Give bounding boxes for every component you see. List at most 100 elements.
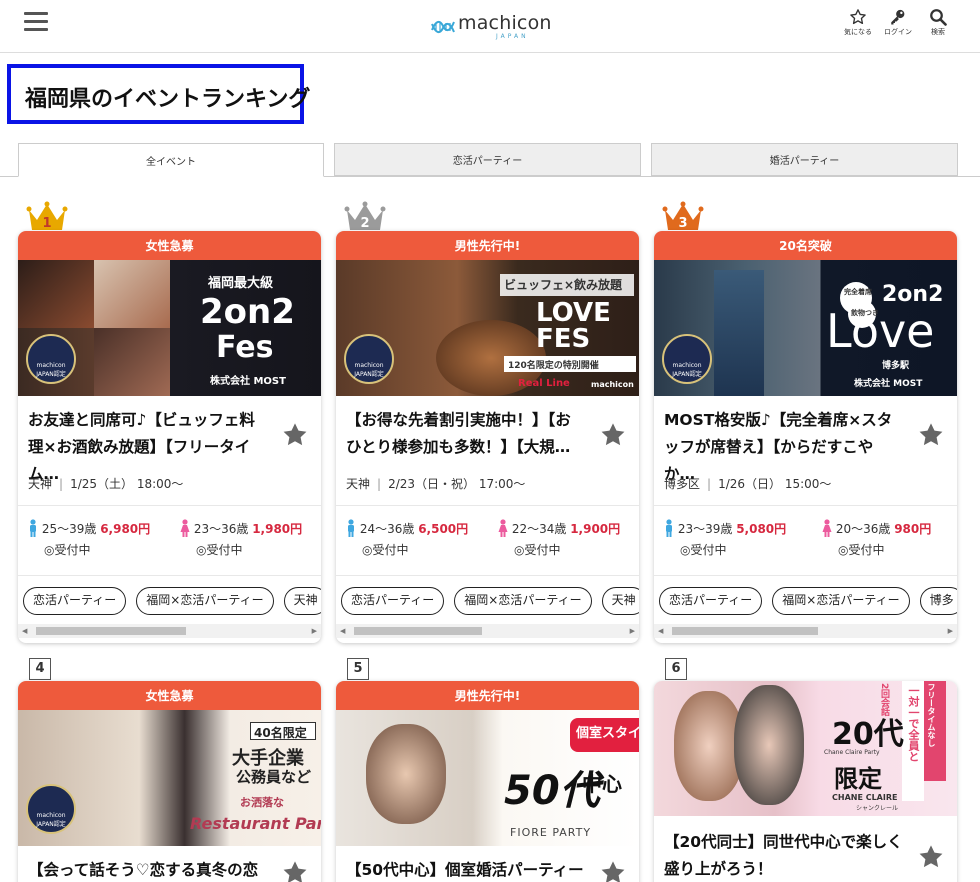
scroll-right-icon[interactable]: ▶: [312, 627, 317, 635]
tab-all-events[interactable]: 全イベント: [18, 143, 324, 177]
tag-scrollbar[interactable]: ◀ ▶: [336, 624, 639, 638]
card-banner: 女性急募: [18, 231, 321, 260]
tab-koikatsu-party[interactable]: 恋活パーティー: [334, 143, 641, 176]
scroll-left-icon[interactable]: ◀: [22, 627, 27, 635]
favorite-star-icon[interactable]: [599, 421, 627, 449]
machicon-certified-badge: machicon JAPAN認定: [662, 334, 712, 384]
image-text: 一対一で全員と: [907, 685, 920, 762]
cert-line1: machicon: [354, 362, 384, 369]
tag[interactable]: 福岡×恋活パーティー: [136, 587, 274, 615]
female-price: 22〜34歳 1,900円 ◎受付中: [498, 519, 620, 558]
tag[interactable]: 博多: [919, 587, 957, 615]
image-text: FIORE PARTY: [510, 826, 592, 839]
image-text: お洒落な: [240, 796, 284, 809]
logo[interactable]: machicon JAPAN: [428, 8, 558, 42]
event-meta: 天神 | 2/23（日・祝） 17:00〜: [346, 477, 526, 491]
event-meta: 博多区 | 1/26（日） 15:00〜: [664, 477, 832, 491]
scroll-left-icon[interactable]: ◀: [340, 627, 345, 635]
menu-icon[interactable]: [24, 12, 48, 32]
event-title[interactable]: 【お得な先着割引実施中！】【おひとり様参加も多数！】【大規…: [346, 407, 586, 461]
logo-text: machicon: [458, 12, 552, 34]
rank-4-badge: 4: [29, 658, 51, 680]
divider: [336, 505, 639, 506]
event-area: 天神: [28, 477, 53, 491]
event-card-3[interactable]: 20名突破 完全着席 飲物つき 2on2 Love 博多駅 株式会社 MOST …: [654, 231, 957, 643]
event-card-5[interactable]: 男性先行中! 個室スタイル 50代 中心 FIORE PARTY 【50代中心】…: [336, 681, 639, 882]
login-label: ログイン: [884, 28, 912, 36]
tag[interactable]: 天神: [283, 587, 321, 615]
favorite-star-icon[interactable]: [917, 421, 945, 449]
favorites-button[interactable]: 気になる: [840, 8, 876, 44]
tag[interactable]: 恋活パーティー: [341, 587, 445, 615]
search-icon: [930, 9, 947, 26]
image-text: Love: [826, 304, 935, 358]
star-icon: [850, 9, 866, 25]
male-price: 24〜36歳 6,500円 ◎受付中: [346, 519, 468, 558]
female-price-value: 1,900円: [570, 522, 621, 536]
favorite-star-icon[interactable]: [599, 859, 627, 882]
image-text: 株式会社 MOST: [854, 379, 923, 389]
event-title[interactable]: 【50代中心】個室婚活パーティー: [346, 857, 586, 882]
key-icon: [891, 9, 905, 25]
image-text: 公務員など: [236, 768, 312, 786]
search-label: 検索: [931, 28, 945, 36]
tag[interactable]: 福岡×恋活パーティー: [454, 587, 592, 615]
search-button[interactable]: 検索: [920, 8, 956, 44]
event-card-4[interactable]: 女性急募 40名限定 大手企業 公務員など お洒落な Restaurant Pa…: [18, 681, 321, 882]
tag[interactable]: 恋活パーティー: [659, 587, 763, 615]
tab-konkatsu-party[interactable]: 婚活パーティー: [651, 143, 958, 176]
event-title[interactable]: 【会って話そう♡恋する真冬の恋: [28, 857, 268, 882]
event-image[interactable]: 完全着席 飲物つき 2on2 Love 博多駅 株式会社 MOST machic…: [654, 260, 957, 396]
cert-line1: machicon: [672, 362, 702, 369]
scroll-right-icon[interactable]: ▶: [630, 627, 635, 635]
male-age: 25〜39歳: [41, 522, 97, 536]
female-price-value: 980円: [894, 522, 932, 536]
image-text: 完全着席: [844, 288, 872, 296]
image-text: 中心: [582, 772, 622, 796]
female-icon: [822, 519, 832, 537]
event-card-1[interactable]: 女性急募 福岡最大級 2on2 Fes 株式会社 MOST machicon J…: [18, 231, 321, 643]
male-status: ◎受付中: [680, 543, 727, 557]
tag-scrollbar[interactable]: ◀ ▶: [654, 624, 957, 638]
login-button[interactable]: ログイン: [880, 8, 916, 44]
favorite-star-icon[interactable]: [917, 843, 945, 871]
scroll-right-icon[interactable]: ▶: [948, 627, 953, 635]
image-text: machicon: [591, 380, 634, 389]
tag[interactable]: 恋活パーティー: [23, 587, 127, 615]
image-text: シャンクレール: [856, 805, 899, 812]
rank-2-number: 2: [360, 216, 369, 231]
tag[interactable]: 天神: [601, 587, 639, 615]
tag-scrollbar[interactable]: ◀ ▶: [18, 624, 321, 638]
rank-3-crown-icon: 3: [662, 201, 704, 231]
event-image[interactable]: フリータイムなし 一対一で全員と 2回会話 20代 Chane Claire P…: [654, 681, 957, 816]
image-text: 個室スタイル: [576, 726, 639, 741]
male-status: ◎受付中: [362, 543, 409, 557]
scrollbar-thumb[interactable]: [354, 627, 482, 635]
tag[interactable]: 福岡×恋活パーティー: [772, 587, 910, 615]
event-image[interactable]: 個室スタイル 50代 中心 FIORE PARTY: [336, 710, 639, 846]
female-icon: [180, 519, 190, 537]
image-text: Real Line: [518, 378, 570, 389]
female-icon: [498, 519, 508, 537]
scroll-left-icon[interactable]: ◀: [658, 627, 663, 635]
scrollbar-thumb[interactable]: [36, 627, 186, 635]
event-card-2[interactable]: 男性先行中! ビュッフェ×飲み放題 LOVE FES 120名限定の特別開催 R…: [336, 231, 639, 643]
female-price-value: 1,980円: [252, 522, 303, 536]
image-text: Fes: [216, 330, 274, 365]
scrollbar-thumb[interactable]: [672, 627, 818, 635]
event-image[interactable]: 福岡最大級 2on2 Fes 株式会社 MOST machicon JAPAN認…: [18, 260, 321, 396]
event-date: 2/23（日・祝） 17:00〜: [388, 477, 526, 491]
event-image[interactable]: ビュッフェ×飲み放題 LOVE FES 120名限定の特別開催 Real Lin…: [336, 260, 639, 396]
image-text: フリータイムなし: [927, 683, 936, 747]
rank-3-number: 3: [678, 216, 687, 231]
rank-6-badge: 6: [665, 658, 687, 680]
favorite-star-icon[interactable]: [281, 421, 309, 449]
image-text: ビュッフェ×飲み放題: [504, 278, 623, 292]
logo-mark-icon: [431, 20, 455, 34]
event-title[interactable]: 【20代同士】同世代中心で楽しく盛り上がろう！: [664, 829, 904, 882]
favorite-star-icon[interactable]: [281, 859, 309, 882]
event-image[interactable]: 40名限定 大手企業 公務員など お洒落な Restaurant Party m…: [18, 710, 321, 846]
event-area: 天神: [346, 477, 371, 491]
event-card-6[interactable]: フリータイムなし 一対一で全員と 2回会話 20代 Chane Claire P…: [654, 681, 957, 882]
male-price: 23〜39歳 5,080円 ◎受付中: [664, 519, 786, 558]
